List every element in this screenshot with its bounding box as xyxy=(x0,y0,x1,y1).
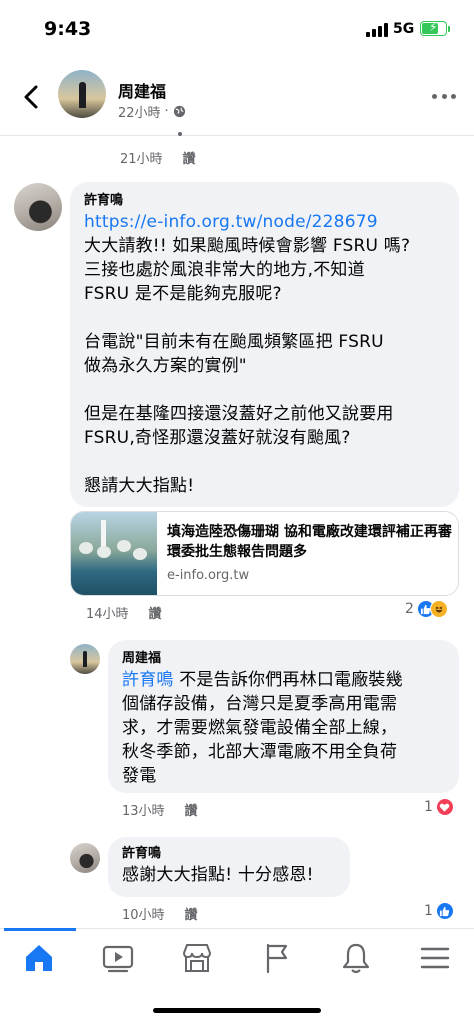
reaction-summary[interactable]: 1 xyxy=(424,798,454,816)
like-button[interactable]: 讚 xyxy=(183,148,196,167)
commenter-avatar[interactable] xyxy=(70,644,100,674)
reaction-summary[interactable]: 2 xyxy=(405,600,448,618)
partial-comment xyxy=(108,128,218,138)
signal-icon xyxy=(366,23,388,37)
comment-meta: 21小時 讚 xyxy=(120,148,196,167)
like-button[interactable]: 讚 xyxy=(185,800,198,819)
status-bar: 9:43 5G ⚡ xyxy=(0,0,474,58)
comment-time: 14小時 xyxy=(86,607,129,622)
globe-icon xyxy=(173,105,185,118)
reply-author[interactable]: 許育鳴 xyxy=(122,845,336,863)
bell-icon[interactable] xyxy=(339,941,373,975)
active-tab-indicator xyxy=(4,928,76,931)
video-icon[interactable] xyxy=(101,941,135,975)
reaction-count: 1 xyxy=(424,903,433,919)
more-icon[interactable] xyxy=(432,91,456,101)
comment-author[interactable]: 許育鳴 xyxy=(84,192,445,210)
reaction-summary[interactable]: 1 xyxy=(424,902,454,920)
reaction-count: 1 xyxy=(424,799,433,815)
author-avatar[interactable] xyxy=(58,70,106,118)
like-reaction-icon xyxy=(435,902,454,920)
network-label: 5G xyxy=(393,21,415,37)
comment-time: 13小時 xyxy=(122,804,165,819)
like-button[interactable]: 讚 xyxy=(185,904,198,923)
comment-meta: 14小時 讚 xyxy=(86,603,162,622)
post-meta: 22小時 · xyxy=(118,102,186,121)
link-domain: e-info.org.tw xyxy=(167,568,250,583)
bottom-nav xyxy=(0,928,474,988)
menu-icon[interactable] xyxy=(418,941,452,975)
reply-bubble: 許育鳴 感謝大大指點! 十分感恩! xyxy=(108,837,350,897)
link-title: 填海造陸恐傷珊瑚 協和電廠改建環評補正再審 環委批生態報告問題多 xyxy=(167,524,452,560)
mention-link[interactable]: 許育鳴 xyxy=(122,670,174,690)
comment-link[interactable]: https://e-info.org.tw/node/228679 xyxy=(84,210,445,234)
commenter-avatar[interactable] xyxy=(70,843,100,873)
comment-time: 10小時 xyxy=(122,908,165,923)
link-thumbnail xyxy=(71,512,157,595)
author-name[interactable]: 周建福 xyxy=(118,78,166,102)
home-icon[interactable] xyxy=(22,941,56,975)
comment-text: 大大請教!! 如果颱風時候會影響 FSRU 嗎? 三接也處於風浪非常大的地方,不… xyxy=(84,236,411,496)
haha-reaction-icon xyxy=(429,600,448,618)
love-reaction-icon xyxy=(435,798,454,816)
home-indicator xyxy=(153,1008,321,1013)
post-header: 周建福 22小時 · xyxy=(0,58,474,136)
reply-text: 感謝大大指點! 十分感恩! xyxy=(122,865,314,885)
marketplace-icon[interactable] xyxy=(180,941,214,975)
meta-dot: · xyxy=(164,104,169,119)
battery-icon: ⚡ xyxy=(420,20,447,36)
comment-bubble: 許育鳴 https://e-info.org.tw/node/228679 大大… xyxy=(70,182,459,507)
comment-time: 21小時 xyxy=(120,152,163,167)
back-arrow-icon[interactable] xyxy=(20,84,42,110)
link-preview-card[interactable]: 填海造陸恐傷珊瑚 協和電廠改建環評補正再審 環委批生態報告問題多 e-info.… xyxy=(70,511,459,596)
reply-author[interactable]: 周建福 xyxy=(122,650,445,668)
commenter-avatar[interactable] xyxy=(14,183,62,231)
status-time: 9:43 xyxy=(44,18,92,40)
reaction-count: 2 xyxy=(405,601,414,617)
flag-icon[interactable] xyxy=(260,941,294,975)
post-time[interactable]: 22小時 xyxy=(118,102,161,121)
reply-bubble: 周建福 許育鳴 不是告訴你們再林口電廠裝幾 個儲存設備，台灣只是夏季高用電需 求… xyxy=(108,640,459,793)
comment-meta: 13小時 讚 xyxy=(122,800,198,819)
battery-nub xyxy=(448,26,450,32)
like-button[interactable]: 讚 xyxy=(149,603,162,622)
comment-meta: 10小時 讚 xyxy=(122,904,198,923)
